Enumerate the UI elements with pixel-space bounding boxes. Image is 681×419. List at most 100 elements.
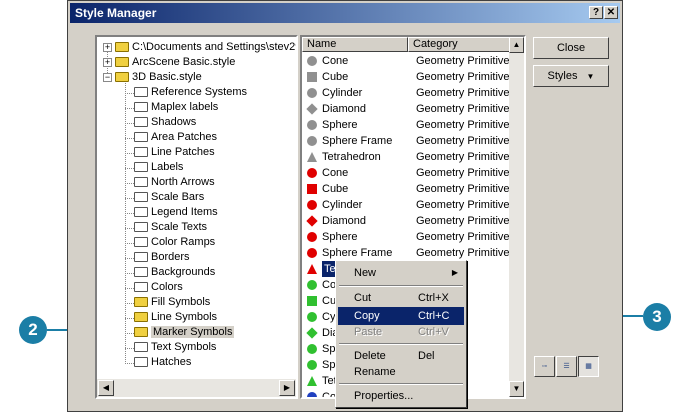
tree-root-item[interactable]: C:\Documents and Settings\stev292 — [115, 40, 296, 55]
list-item[interactable]: Cylinder Geometry Primitives — [304, 85, 515, 101]
list-item[interactable]: Cube Geometry Primitives — [304, 181, 515, 197]
tree-item[interactable]: Borders — [134, 250, 190, 265]
list-item[interactable]: Cone Geometry Primitives — [304, 53, 515, 69]
tree-item[interactable]: Area Patches — [134, 130, 217, 145]
callout-3: 3 — [643, 303, 671, 331]
folder-icon — [134, 177, 148, 188]
folder-icon — [134, 237, 148, 248]
tree-item[interactable]: Legend Items — [134, 205, 218, 220]
list-item[interactable]: Cube Geometry Primitives — [304, 69, 515, 85]
scroll-right-button[interactable]: ▶ — [279, 380, 295, 396]
gray-sphere-frame-icon — [307, 136, 317, 146]
help-button[interactable]: ? — [589, 6, 603, 19]
tree-item[interactable]: Color Ramps — [134, 235, 215, 250]
folder-icon — [134, 252, 148, 263]
tree-connector — [125, 243, 134, 244]
tree-root-item[interactable]: 3D Basic.style — [115, 70, 202, 85]
tree-expander-icon[interactable]: + — [103, 58, 112, 67]
tree-root-item[interactable]: ArcScene Basic.style — [115, 55, 235, 70]
tree-horizontal-scrollbar[interactable]: ◀ ▶ — [97, 379, 296, 397]
tree-connector — [125, 213, 134, 214]
folder-icon — [134, 117, 148, 128]
tree-item[interactable]: Colors — [134, 280, 183, 295]
folder-icon — [134, 192, 148, 203]
tree-item[interactable]: Scale Texts — [134, 220, 207, 235]
list-item-name: Cube — [322, 183, 349, 195]
menu-item-rename[interactable]: Rename — [338, 363, 464, 381]
tree-item[interactable]: Maplex labels — [134, 100, 218, 115]
tree-item[interactable]: North Arrows — [134, 175, 215, 190]
menu-item-cut[interactable]: Cut Ctrl+X — [338, 289, 464, 307]
close-window-button[interactable]: ✕ — [604, 6, 618, 19]
tree-connector — [125, 258, 134, 259]
list-vertical-scrollbar[interactable]: ▲ ▼ — [509, 37, 524, 397]
tree-item-label: Colors — [151, 281, 183, 293]
tree-connector — [125, 333, 134, 334]
list-item-name: Sphere Frame — [322, 135, 393, 147]
list-item[interactable]: Cylinder Geometry Primitives — [304, 197, 515, 213]
folder-icon — [134, 327, 148, 338]
tree-connector — [125, 273, 134, 274]
list-item-category: Geometry Primitives — [416, 119, 516, 131]
list-item-category: Geometry Primitives — [416, 103, 516, 115]
menu-item-paste[interactable]: Paste Ctrl+V — [338, 323, 464, 341]
list-item-name: Cone — [322, 55, 349, 67]
folder-icon — [115, 72, 129, 83]
folder-icon — [134, 282, 148, 293]
view-list-button[interactable]: ☰ — [556, 356, 577, 377]
column-header-name[interactable]: Name — [302, 37, 408, 52]
tree-item-label: Scale Bars — [151, 191, 205, 203]
tree-connector — [125, 228, 134, 229]
tree-item[interactable]: Reference Systems — [134, 85, 247, 100]
scroll-down-button[interactable]: ▼ — [509, 381, 524, 397]
scroll-left-button[interactable]: ◀ — [98, 380, 114, 396]
gray-tetrahedron-icon — [307, 152, 317, 162]
green-cube-icon — [307, 296, 317, 306]
list-item-category: Geometry Primitives — [416, 151, 516, 163]
title-bar: Style Manager ? ✕ — [70, 3, 620, 23]
tree-item[interactable]: Fill Symbols — [134, 295, 210, 310]
list-item[interactable]: Diamond Geometry Primitives — [304, 213, 515, 229]
tree-item[interactable]: Shadows — [134, 115, 196, 130]
tree-connector — [125, 288, 134, 289]
view-large-icons-button[interactable]: ▫▫ — [534, 356, 555, 377]
tree-item[interactable]: Line Symbols — [134, 310, 217, 325]
tree-item-label: Hatches — [151, 356, 192, 368]
tree-item[interactable]: Line Patches — [134, 145, 215, 160]
folder-icon — [134, 132, 148, 143]
gray-diamond-icon — [306, 103, 318, 115]
list-item[interactable]: Tetrahedron Geometry Primitives — [304, 149, 515, 165]
tree-item[interactable]: Backgrounds — [134, 265, 215, 280]
close-button[interactable]: Close — [533, 37, 609, 59]
tree-item[interactable]: Marker Symbols — [134, 325, 235, 340]
tree-connector — [125, 303, 134, 304]
menu-item-new[interactable]: New ▶ — [338, 264, 464, 282]
list-item[interactable]: Sphere Frame Geometry Primitives — [304, 245, 515, 261]
column-header-category[interactable]: Category — [408, 37, 510, 52]
list-item[interactable]: Diamond Geometry Primitives — [304, 101, 515, 117]
tree-expander-icon[interactable]: + — [103, 43, 112, 52]
menu-item-properties[interactable]: Properties... — [338, 387, 464, 405]
list-item[interactable]: Sphere Frame Geometry Primitives — [304, 133, 515, 149]
scroll-up-button[interactable]: ▲ — [509, 37, 524, 53]
tree-item[interactable]: Hatches — [134, 355, 191, 370]
tree-expander-icon[interactable]: − — [103, 73, 112, 82]
styles-button[interactable]: Styles ▼ — [533, 65, 609, 87]
style-tree[interactable]: + C:\Documents and Settings\stev292 + ArcSc… — [95, 35, 298, 399]
tree-item-label: Color Ramps — [151, 236, 216, 248]
view-details-button[interactable]: ▦ — [578, 356, 599, 377]
tree-connector — [125, 153, 134, 154]
tree-item[interactable]: Text Symbols — [134, 340, 216, 355]
tree-item[interactable]: Labels — [134, 160, 183, 175]
tree-item-label: Reference Systems — [151, 86, 247, 98]
tree-item-label: Borders — [151, 251, 190, 263]
tree-item-label: Shadows — [151, 116, 197, 128]
list-item[interactable]: Sphere Geometry Primitives — [304, 229, 515, 245]
list-item[interactable]: Cone Geometry Primitives — [304, 165, 515, 181]
dropdown-arrow-icon: ▼ — [586, 72, 595, 81]
menu-separator — [339, 383, 463, 385]
folder-icon — [134, 222, 148, 233]
tree-item[interactable]: Scale Bars — [134, 190, 204, 205]
list-item[interactable]: Sphere Geometry Primitives — [304, 117, 515, 133]
window-title: Style Manager — [75, 6, 157, 20]
